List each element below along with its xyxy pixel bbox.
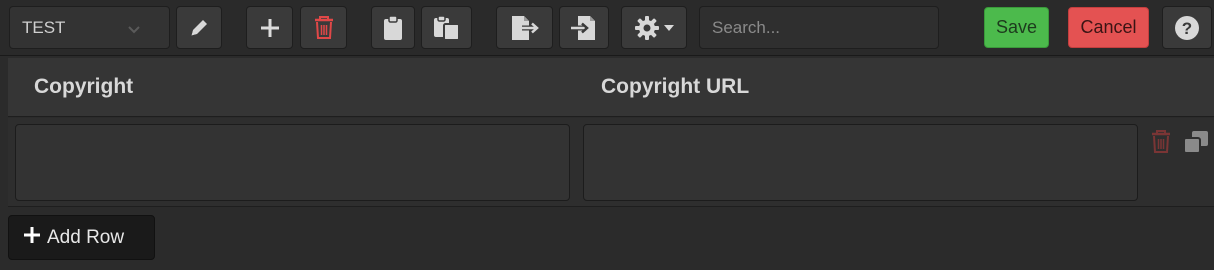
preset-select[interactable]: TEST	[9, 6, 170, 49]
settings-dropdown-button[interactable]	[621, 6, 687, 49]
table-header: Copyright Copyright URL	[8, 58, 1214, 117]
row-delete-icon[interactable]	[1151, 130, 1171, 159]
save-button[interactable]: Save	[984, 7, 1049, 48]
column-header-copyright: Copyright	[34, 75, 134, 98]
chevron-down-icon	[127, 21, 141, 41]
paste-button[interactable]	[421, 6, 472, 49]
row-duplicate-icon[interactable]	[1183, 130, 1209, 159]
cancel-button[interactable]: Cancel	[1068, 7, 1149, 48]
help-icon: ?	[1174, 15, 1200, 41]
import-icon	[570, 15, 598, 41]
search-input[interactable]	[699, 6, 939, 49]
add-row-label: Add Row	[47, 226, 125, 248]
edit-button[interactable]	[176, 6, 222, 49]
paste-icon	[433, 14, 461, 41]
export-icon	[510, 15, 540, 41]
export-button[interactable]	[496, 6, 553, 49]
preset-value: TEST	[22, 17, 66, 37]
edit-icon	[188, 17, 210, 39]
add-button[interactable]	[246, 6, 293, 49]
import-button[interactable]	[559, 6, 609, 49]
help-button[interactable]: ?	[1162, 6, 1212, 49]
column-header-copyright-url: Copyright URL	[601, 75, 750, 98]
delete-button[interactable]	[300, 6, 347, 49]
clipboard-icon	[383, 14, 403, 41]
table-row	[8, 118, 1214, 207]
plus-icon	[23, 226, 41, 250]
copy-button[interactable]	[371, 6, 415, 49]
caret-down-icon	[664, 24, 674, 31]
add-row-button[interactable]: Add Row	[8, 215, 155, 260]
svg-text:?: ?	[1182, 19, 1192, 38]
trash-icon	[313, 15, 335, 40]
toolbar: TEST Search... Save Cancel ?	[0, 0, 1214, 56]
copyright-field[interactable]	[15, 124, 570, 201]
plus-icon	[259, 17, 281, 39]
copyright-url-field[interactable]	[583, 124, 1138, 201]
gear-icon	[634, 15, 660, 41]
